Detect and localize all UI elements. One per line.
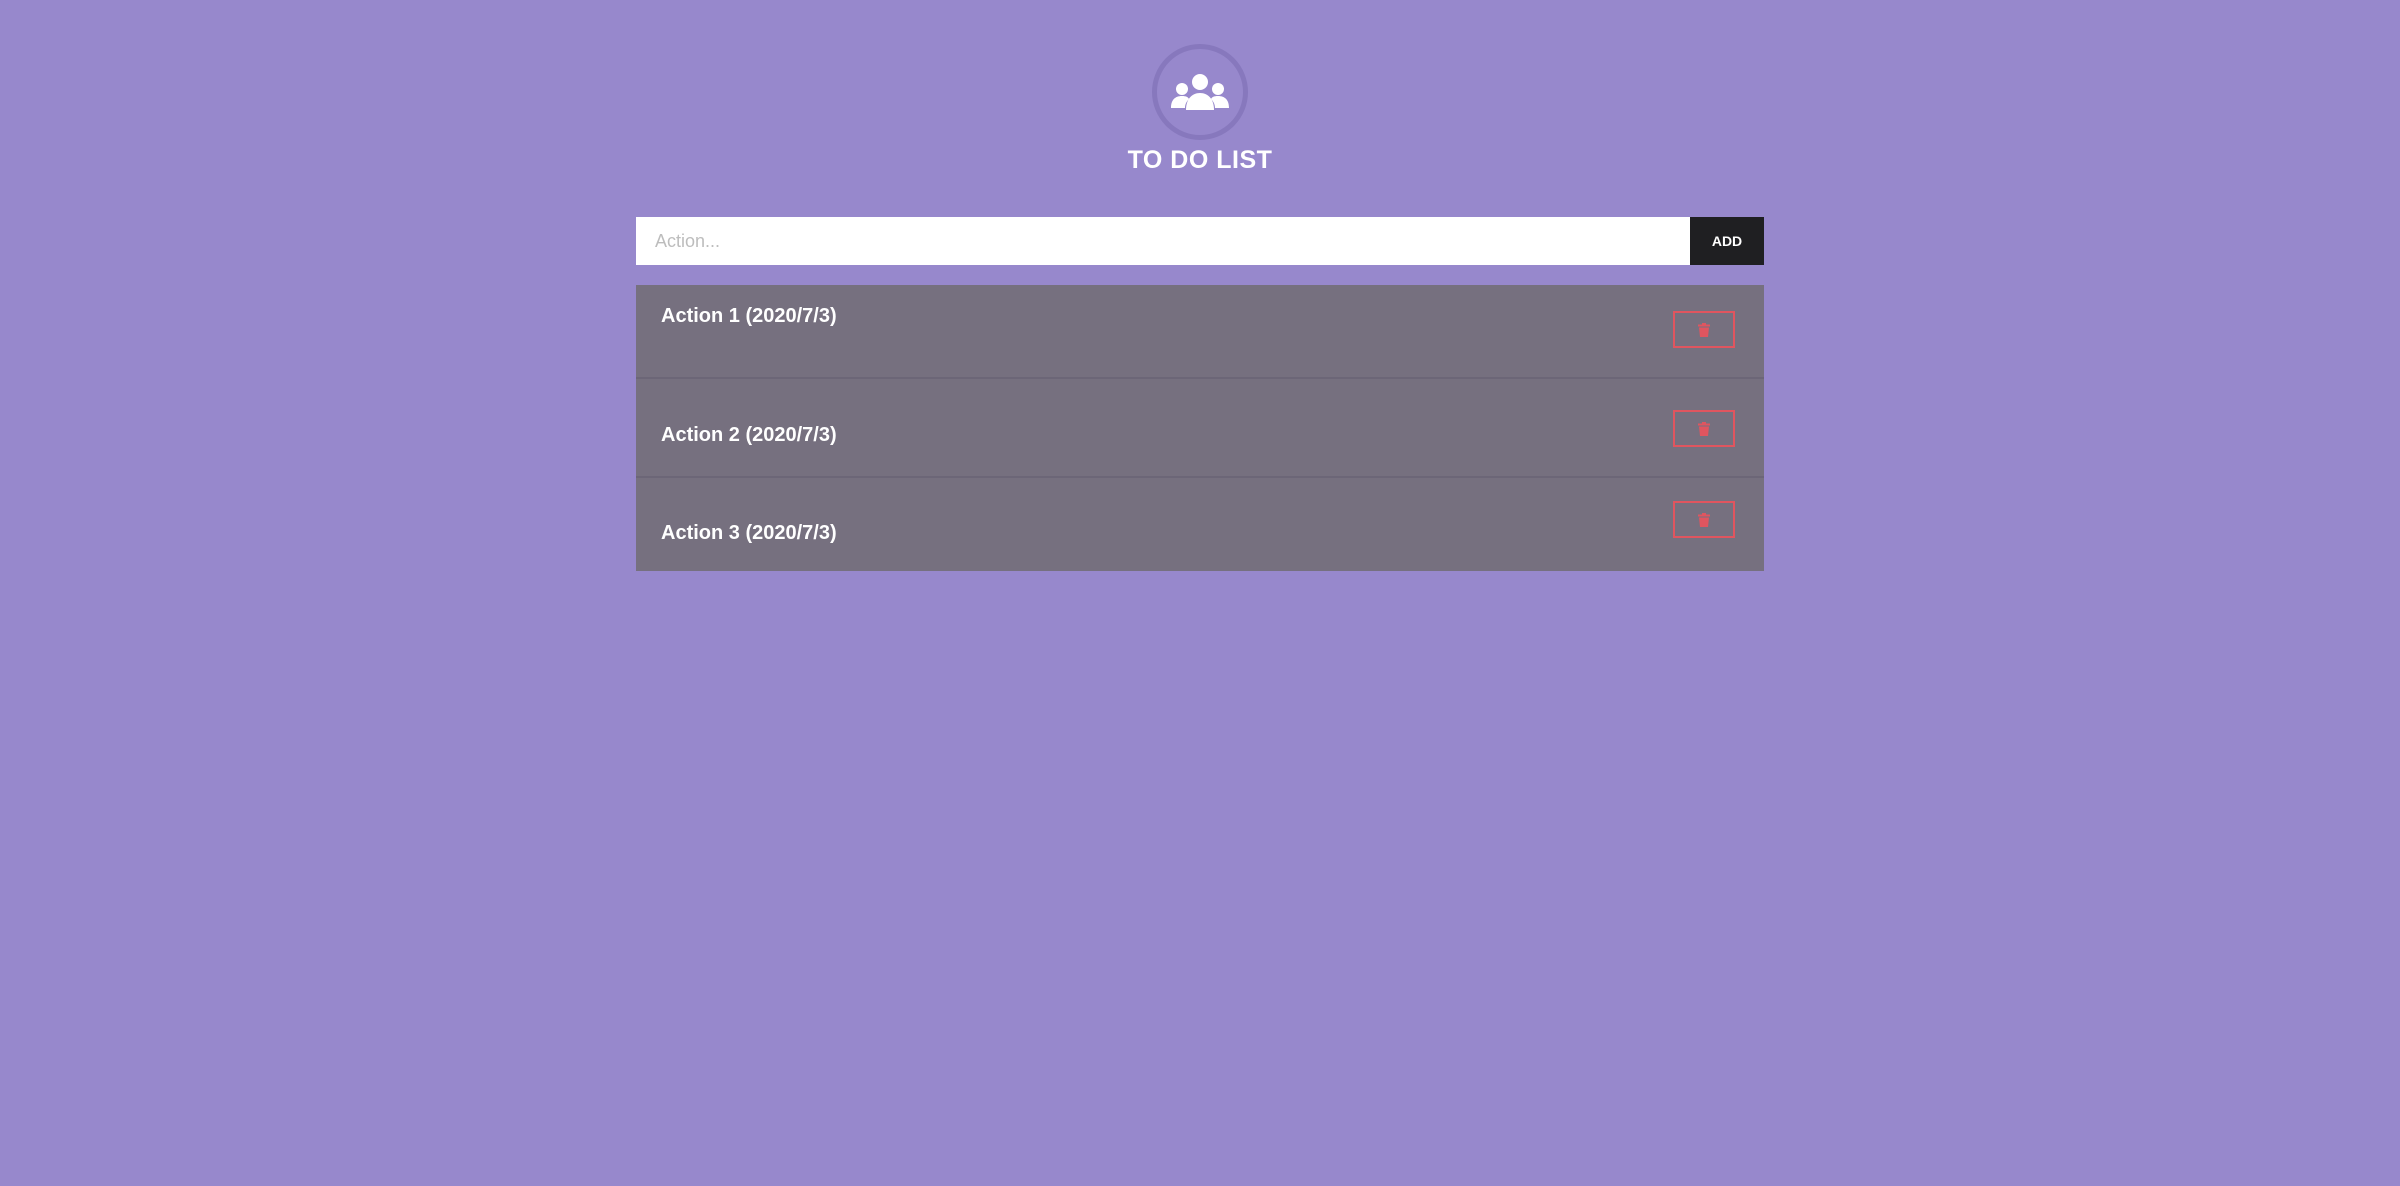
users-icon bbox=[1169, 72, 1231, 112]
header: TO DO LIST bbox=[0, 44, 2400, 175]
trash-icon bbox=[1698, 512, 1710, 527]
todo-text: Action 3 (2020/7/3) bbox=[661, 522, 837, 544]
todo-app: TO DO LIST ADD Action 1 (2020/7/3) Actio… bbox=[0, 0, 2400, 1186]
todo-item: Action 3 (2020/7/3) bbox=[636, 478, 1764, 571]
delete-button[interactable] bbox=[1673, 501, 1735, 538]
todo-item: Action 2 (2020/7/3) bbox=[636, 379, 1764, 478]
todo-item: Action 1 (2020/7/3) bbox=[636, 285, 1764, 379]
action-input[interactable] bbox=[636, 217, 1690, 265]
trash-icon bbox=[1698, 421, 1710, 436]
delete-button[interactable] bbox=[1673, 410, 1735, 447]
todo-list: Action 1 (2020/7/3) Action 2 (2020/7/3) bbox=[636, 285, 1764, 571]
logo bbox=[1152, 44, 1248, 140]
add-action-form: ADD bbox=[636, 217, 1764, 265]
page-title: TO DO LIST bbox=[1127, 146, 1273, 174]
todo-text: Action 1 (2020/7/3) bbox=[661, 305, 837, 327]
trash-icon bbox=[1698, 322, 1710, 337]
add-button[interactable]: ADD bbox=[1690, 217, 1764, 265]
delete-button[interactable] bbox=[1673, 311, 1735, 348]
todo-text: Action 2 (2020/7/3) bbox=[661, 424, 837, 446]
